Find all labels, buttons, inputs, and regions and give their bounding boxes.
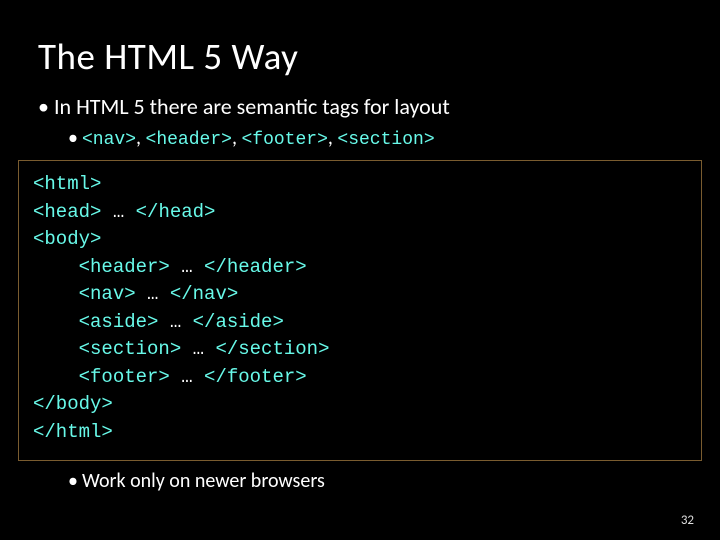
code-line: <html>: [33, 173, 101, 195]
code-line: </header>: [204, 256, 307, 278]
code-line: <body>: [33, 228, 101, 250]
code-line: </footer>: [204, 366, 307, 388]
bullet-semantic-tags: In HTML 5 there are semantic tags for la…: [38, 93, 682, 120]
code-example: <html> <head> … </head> <body> <header> …: [18, 160, 702, 461]
code-ellipsis: …: [136, 283, 170, 305]
tag-footer: <footer>: [241, 130, 327, 150]
code-line: <head>: [33, 201, 101, 223]
code-line: <footer>: [33, 366, 170, 388]
slide-title: The HTML 5 Way: [38, 34, 682, 79]
code-ellipsis: …: [158, 311, 192, 333]
code-line: </head>: [136, 201, 216, 223]
page-number: 32: [681, 513, 694, 528]
code-line: </section>: [215, 338, 329, 360]
bullet-browser-note: Work only on newer browsers: [68, 469, 682, 493]
code-ellipsis: …: [170, 366, 204, 388]
code-line: <aside>: [33, 311, 158, 333]
code-ellipsis: …: [181, 338, 215, 360]
code-line: <header>: [33, 256, 170, 278]
slide: The HTML 5 Way In HTML 5 there are seman…: [0, 0, 720, 540]
tag-header: <header>: [146, 130, 232, 150]
bullet-tag-list: <nav>, <header>, <footer>, <section>: [68, 126, 682, 150]
code-line: </aside>: [193, 311, 284, 333]
code-line: <nav>: [33, 283, 136, 305]
code-ellipsis: …: [101, 201, 135, 223]
code-ellipsis: …: [170, 256, 204, 278]
tag-nav: <nav>: [82, 130, 136, 150]
code-line: </html>: [33, 421, 113, 443]
tag-section: <section>: [337, 130, 434, 150]
code-line: <section>: [33, 338, 181, 360]
code-line: </nav>: [170, 283, 238, 305]
code-line: </body>: [33, 393, 113, 415]
